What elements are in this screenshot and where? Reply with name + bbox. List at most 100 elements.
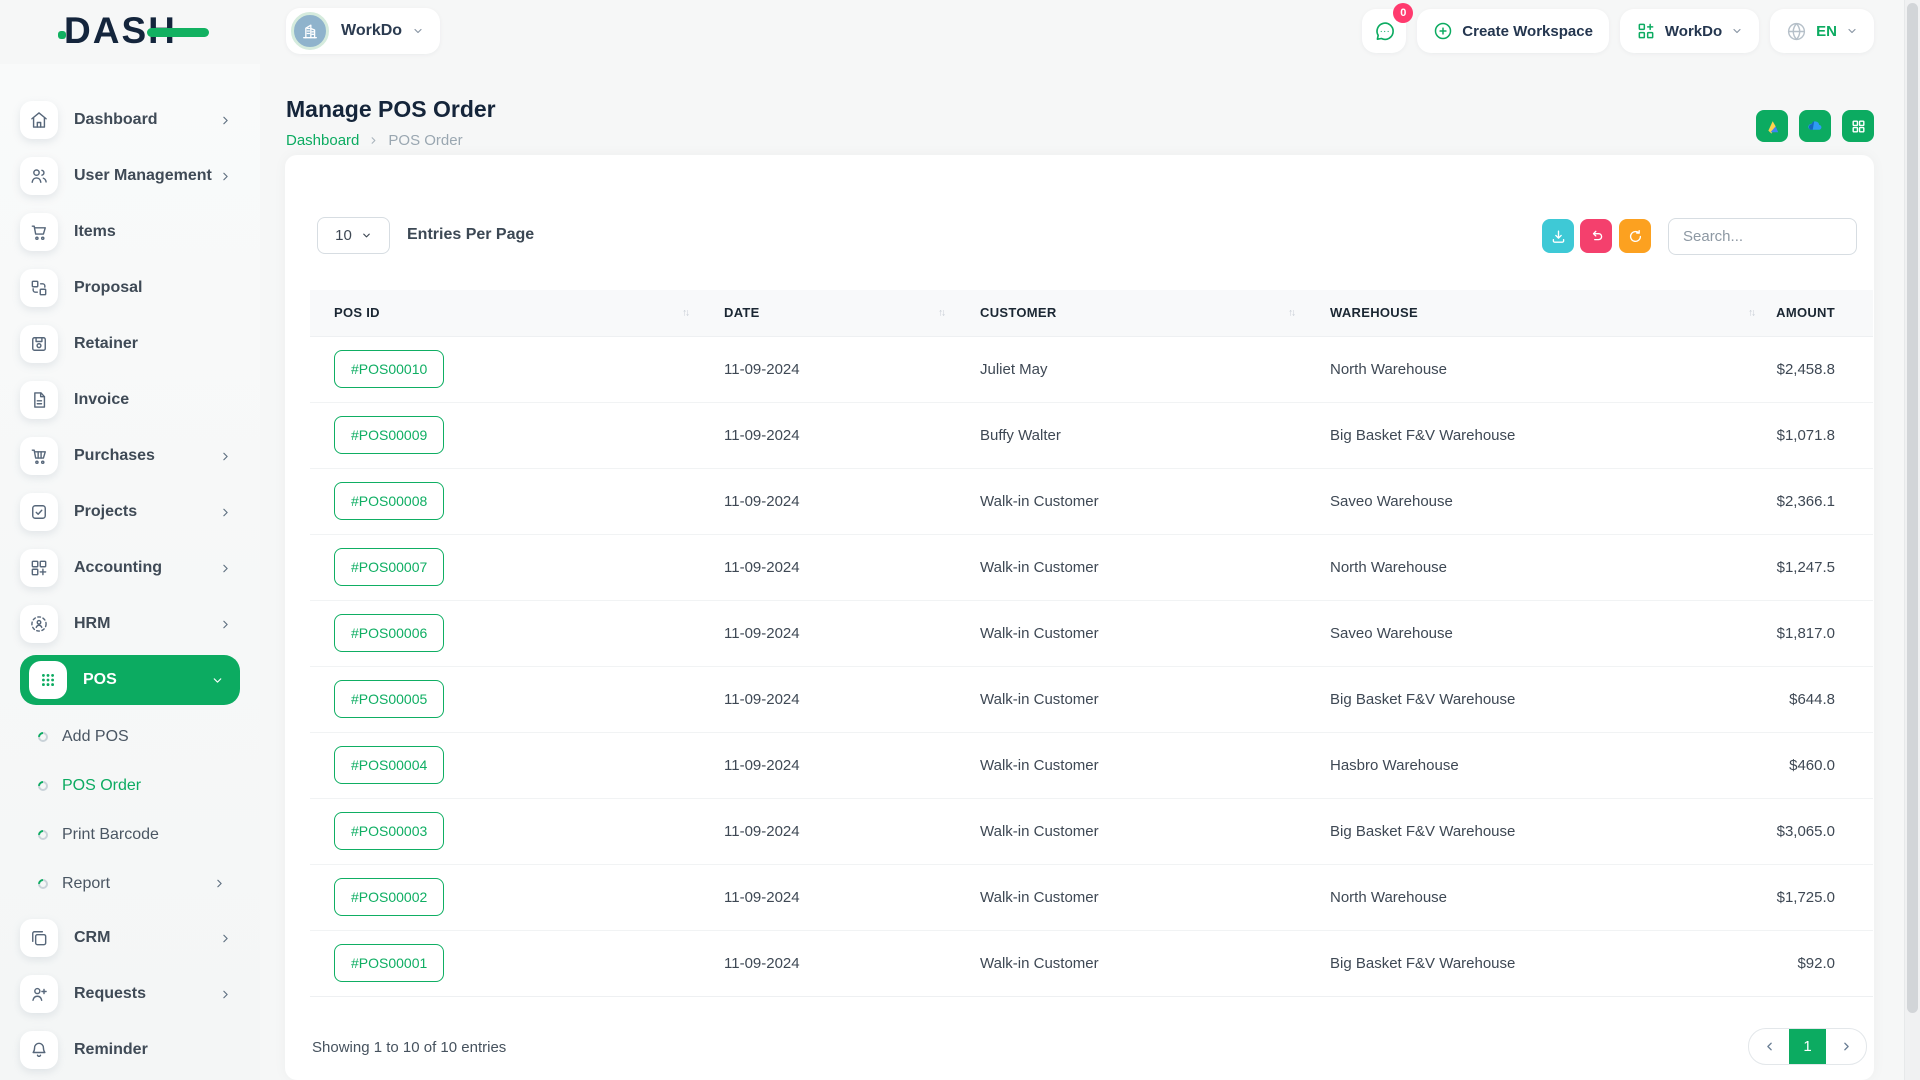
google-drive-button[interactable] <box>1756 110 1788 142</box>
header-pos-id[interactable]: POS ID↑↓ <box>310 290 700 336</box>
sidebar-item-projects[interactable]: Projects <box>0 484 260 540</box>
sidebar-item-items[interactable]: Items <box>0 204 260 260</box>
sidebar-item-proposal[interactable]: Proposal <box>0 260 260 316</box>
previous-page-button[interactable] <box>1749 1029 1789 1064</box>
header-customer[interactable]: CUSTOMER↑↓ <box>956 290 1306 336</box>
scrollbar-thumb[interactable] <box>1907 3 1918 1013</box>
pos-id-badge[interactable]: #POS00010 <box>334 350 444 388</box>
chevron-down-icon <box>1846 25 1858 37</box>
pos-id-badge[interactable]: #POS00007 <box>334 548 444 586</box>
amount-cell: $1,725.0 <box>1766 864 1873 930</box>
table-row: #POS00008 11-09-2024 Walk-in Customer Sa… <box>310 468 1873 534</box>
refresh-button[interactable] <box>1619 219 1651 253</box>
pos-id-badge[interactable]: #POS00006 <box>334 614 444 652</box>
header-warehouse[interactable]: WAREHOUSE↑↓ <box>1306 290 1766 336</box>
sidebar-item-accounting[interactable]: Accounting <box>0 540 260 596</box>
amount-cell: $644.8 <box>1766 666 1873 732</box>
sort-icon[interactable]: ↑↓ <box>1748 307 1754 318</box>
sidebar-item-requests[interactable]: Requests <box>0 966 260 1022</box>
create-workspace-label: Create Workspace <box>1462 23 1593 40</box>
pos-order-card: 10 Entries Per Page POS ID↑↓ DATE↑↓ CUST… <box>285 155 1874 1080</box>
workspace-switcher-button[interactable]: WorkDo <box>1620 9 1759 53</box>
table-row: #POS00006 11-09-2024 Walk-in Customer Sa… <box>310 600 1873 666</box>
sort-icon[interactable]: ↑↓ <box>938 307 944 318</box>
chevron-right-icon <box>219 170 232 183</box>
topbar: DASH WorkDo 0 Create Workspace W <box>0 0 1920 64</box>
customer-cell: Juliet May <box>956 336 1306 402</box>
breadcrumb-dashboard-link[interactable]: Dashboard <box>286 132 359 149</box>
search-input[interactable] <box>1668 218 1857 255</box>
pos-id-badge[interactable]: #POS00005 <box>334 680 444 718</box>
date-cell: 11-09-2024 <box>700 666 956 732</box>
table-row: #POS00001 11-09-2024 Walk-in Customer Bi… <box>310 930 1873 996</box>
page-number-button[interactable]: 1 <box>1789 1029 1826 1064</box>
pos-id-badge[interactable]: #POS00009 <box>334 416 444 454</box>
pos-id-cell: #POS00005 <box>310 666 700 732</box>
undo-button[interactable] <box>1580 219 1612 253</box>
download-icon <box>1550 228 1567 245</box>
pos-submenu: Add POS POS Order Print Barcode Report <box>0 708 260 910</box>
pos-table-body: #POS00010 11-09-2024 Juliet May North Wa… <box>310 336 1873 996</box>
warehouse-cell: Big Basket F&V Warehouse <box>1306 930 1766 996</box>
chevron-right-icon <box>219 562 232 575</box>
sort-icon[interactable]: ↑↓ <box>1288 307 1294 318</box>
sidebar-item-crm[interactable]: CRM <box>0 910 260 966</box>
pos-id-badge[interactable]: #POS00003 <box>334 812 444 850</box>
workspace-selector[interactable]: WorkDo <box>286 8 440 54</box>
create-workspace-button[interactable]: Create Workspace <box>1417 9 1609 53</box>
onedrive-button[interactable] <box>1799 110 1831 142</box>
page-title: Manage POS Order <box>286 96 496 123</box>
pos-id-badge[interactable]: #POS00002 <box>334 878 444 916</box>
pos-id-badge[interactable]: #POS00008 <box>334 482 444 520</box>
export-button[interactable] <box>1542 219 1574 253</box>
globe-icon <box>1786 21 1807 42</box>
sidebar-item-retainer[interactable]: Retainer <box>0 316 260 372</box>
sidebar-item-dashboard[interactable]: Dashboard <box>0 92 260 148</box>
pos-id-cell: #POS00010 <box>310 336 700 402</box>
date-cell: 11-09-2024 <box>700 732 956 798</box>
amount-cell: $1,247.5 <box>1766 534 1873 600</box>
messages-button[interactable]: 0 <box>1362 9 1406 53</box>
sort-icon[interactable]: ↑↓ <box>682 307 688 318</box>
date-cell: 11-09-2024 <box>700 468 956 534</box>
warehouse-cell: North Warehouse <box>1306 534 1766 600</box>
table-row: #POS00009 11-09-2024 Buffy Walter Big Ba… <box>310 402 1873 468</box>
pos-id-cell: #POS00002 <box>310 864 700 930</box>
sidebar-item-label: Accounting <box>74 559 162 577</box>
sidebar-item-label: CRM <box>74 929 110 947</box>
sidebar-item-hrm[interactable]: HRM <box>0 596 260 652</box>
amount-cell: $460.0 <box>1766 732 1873 798</box>
sidebar-item-reminder[interactable]: Reminder <box>0 1022 260 1078</box>
language-selector[interactable]: EN <box>1770 9 1874 53</box>
sidebar-item-purchases[interactable]: Purchases <box>0 428 260 484</box>
sidebar-item-user-management[interactable]: User Management <box>0 148 260 204</box>
sidebar-item-label: POS <box>83 671 117 689</box>
pos-id-badge[interactable]: #POS00004 <box>334 746 444 784</box>
sidebar-item-invoice[interactable]: Invoice <box>0 372 260 428</box>
grid-plus-icon <box>1636 21 1656 41</box>
submenu-item-print-barcode[interactable]: Print Barcode <box>0 810 260 859</box>
submenu-item-label: Print Barcode <box>62 826 159 844</box>
logo-green-bar <box>147 28 209 37</box>
header-date[interactable]: DATE↑↓ <box>700 290 956 336</box>
sidebar-item-pos[interactable]: POS <box>20 655 240 705</box>
submenu-item-report[interactable]: Report <box>0 859 260 908</box>
sidebar-item-label: Requests <box>74 985 146 1003</box>
page-scrollbar[interactable] <box>1904 0 1920 1080</box>
pos-id-cell: #POS00001 <box>310 930 700 996</box>
next-page-button[interactable] <box>1826 1029 1866 1064</box>
customer-cell: Walk-in Customer <box>956 534 1306 600</box>
entries-per-page-select[interactable]: 10 <box>317 217 390 254</box>
submenu-item-add-pos[interactable]: Add POS <box>0 712 260 761</box>
chevron-right-icon <box>219 618 232 631</box>
header-amount[interactable]: AMOUNT <box>1766 290 1873 336</box>
bell-icon <box>20 1031 58 1069</box>
customer-cell: Buffy Walter <box>956 402 1306 468</box>
bullet-icon <box>36 729 50 743</box>
grid-view-button[interactable] <box>1842 110 1874 142</box>
sidebar-item-label: Invoice <box>74 391 129 409</box>
dash-logo[interactable]: DASH <box>64 10 209 52</box>
submenu-item-pos-order[interactable]: POS Order <box>0 761 260 810</box>
pos-id-badge[interactable]: #POS00001 <box>334 944 444 982</box>
breadcrumb-current: POS Order <box>388 132 462 149</box>
